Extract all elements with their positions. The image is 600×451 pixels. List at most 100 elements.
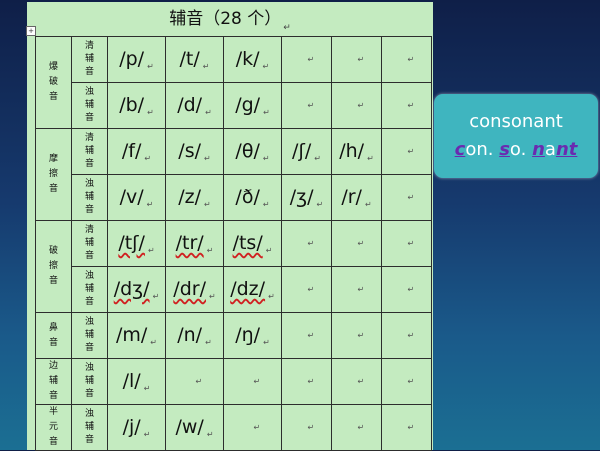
empty-cell: ↵ <box>381 358 432 405</box>
paragraph-mark: ↵ <box>152 292 160 301</box>
voicing-char: 清 <box>84 133 94 143</box>
voicing-char: 音 <box>84 389 94 399</box>
paragraph-mark: ↵ <box>407 239 415 248</box>
phoneme-cell: /h/↵ <box>331 128 382 175</box>
voicing-char: 音 <box>84 297 94 307</box>
paragraph-mark: ↵ <box>307 285 315 294</box>
empty-cell: ↵ <box>381 220 432 267</box>
table-row: 浊辅音/b/↵/d/↵/g/↵ ↵ ↵ ↵ <box>36 82 432 129</box>
syllable-3-mid: a <box>544 139 556 160</box>
paragraph-mark: ↵ <box>268 292 275 301</box>
phoneme-symbol: /ð/ <box>235 186 260 208</box>
phoneme-cell: /l/↵ <box>107 358 166 405</box>
voicing-char: 音 <box>84 205 94 215</box>
table-row: 破擦音清辅音/tʃ/↵/tr/↵/ts/↵ ↵ ↵ ↵ <box>35 220 432 313</box>
category-char: 鼻 <box>48 322 58 333</box>
table-row: 浊辅音/v/↵/z/↵/ð/↵/ʒ/↵/r/↵ ↵ <box>36 174 432 221</box>
empty-cell: ↵ <box>381 404 432 451</box>
table-row: 浊辅音/dʒ/↵/dr/↵/dz/↵ ↵ ↵ ↵ <box>36 266 432 313</box>
empty-cell: ↵ <box>281 266 332 313</box>
category-char: 辅 <box>48 376 58 386</box>
phoneme-symbol: /r/ <box>341 186 362 208</box>
paragraph-mark: ↵ <box>208 292 216 301</box>
voicing-char: 清 <box>84 225 94 235</box>
paragraph-mark: ↵ <box>205 338 212 347</box>
category-char: 破 <box>48 77 58 87</box>
consonant-callout: consonant con. so. nant <box>434 94 598 178</box>
phoneme-cell: /f/↵ <box>107 128 166 175</box>
paragraph-mark: ↵ <box>195 377 203 386</box>
category-char: 破 <box>48 246 58 256</box>
phoneme-cell: /g/↵ <box>223 82 282 129</box>
paragraph-mark: ↵ <box>307 101 315 110</box>
voicing-char: 音 <box>84 67 94 77</box>
empty-cell: ↵ <box>331 358 382 405</box>
phoneme-cell: /k/↵ <box>223 36 282 83</box>
paragraph-mark: ↵ <box>263 108 270 117</box>
voicing-char: 音 <box>84 113 94 123</box>
voicing-char: 音 <box>84 343 94 353</box>
table-row: 摩擦音清辅音/f/↵/s/↵/θ/↵/ʃ/↵/h/↵ ↵ <box>35 128 432 221</box>
paragraph-mark: ↵ <box>253 377 261 386</box>
empty-cell: ↵ <box>223 404 282 451</box>
paragraph-mark: ↵ <box>253 423 261 432</box>
paragraph-mark: ↵ <box>206 430 214 439</box>
phoneme-symbol: /k/ <box>235 48 260 70</box>
phoneme-symbol: /ʒ/ <box>289 186 314 208</box>
empty-cell: ↵ <box>381 266 432 313</box>
empty-cell: ↵ <box>165 358 224 405</box>
paragraph-mark: ↵ <box>357 377 365 386</box>
paragraph-mark: ↵ <box>143 384 151 393</box>
paragraph-mark: ↵ <box>202 62 210 71</box>
phoneme-cell: /θ/↵ <box>223 128 282 175</box>
phoneme-cell: /t/↵ <box>165 36 224 83</box>
phoneme-symbol: /l/ <box>122 370 141 392</box>
voicing-char: 浊 <box>84 409 94 419</box>
paragraph-mark: ↵ <box>407 331 415 340</box>
paragraph-mark: ↵ <box>204 154 211 163</box>
voicing-cell: 清辅音 <box>71 220 108 267</box>
phoneme-symbol: /p/ <box>119 48 145 70</box>
category-char: 擦 <box>48 169 58 179</box>
phoneme-symbol: /t/ <box>179 48 200 70</box>
phoneme-cell: /n/↵ <box>165 312 224 359</box>
empty-cell: ↵ <box>381 82 432 129</box>
paragraph-mark: ↵ <box>143 430 151 439</box>
paragraph-mark: ↵ <box>407 101 415 110</box>
paragraph-mark: ↵ <box>407 147 415 156</box>
page-title: 辅音（28 个） ↵ <box>27 2 433 36</box>
paragraph-mark: ↵ <box>204 200 211 209</box>
phoneme-cell: /ʒ/↵ <box>281 174 332 221</box>
voicing-char: 辅 <box>84 376 94 386</box>
paragraph-mark: ↵ <box>357 101 365 110</box>
voicing-char: 辅 <box>84 422 94 432</box>
category-cell: 破擦音 <box>35 220 72 313</box>
phoneme-cell: /j/↵ <box>107 404 166 451</box>
paragraph-mark: ↵ <box>307 331 315 340</box>
empty-cell: ↵ <box>331 404 382 451</box>
callout-word: consonant <box>469 111 563 132</box>
voicing-char: 辅 <box>84 54 94 64</box>
phoneme-symbol: /dʒ/ <box>113 278 150 300</box>
phoneme-cell: /tr/↵ <box>165 220 224 267</box>
phoneme-symbol: /w/ <box>175 416 204 438</box>
voicing-cell: 浊辅音 <box>71 266 108 313</box>
voicing-char: 辅 <box>84 284 94 294</box>
voicing-cell: 浊辅音 <box>71 82 108 129</box>
paragraph-mark: ↵ <box>307 423 315 432</box>
empty-cell: ↵ <box>331 36 382 83</box>
category-cell: 鼻音 <box>35 312 72 359</box>
table-row: 半元音浊辅音/j/↵/w/↵ ↵ ↵ ↵ ↵ <box>35 404 432 451</box>
phoneme-symbol: /z/ <box>178 186 202 208</box>
empty-cell: ↵ <box>331 220 382 267</box>
paragraph-mark: ↵ <box>147 62 154 71</box>
phoneme-symbol: /ts/ <box>232 232 263 254</box>
paragraph-mark: ↵ <box>206 246 214 255</box>
paragraph-mark: ↵ <box>407 193 415 202</box>
voicing-cell: 浊辅音 <box>71 174 108 221</box>
voicing-cell: 浊辅音 <box>71 312 108 359</box>
paragraph-mark: ↵ <box>316 200 324 209</box>
empty-cell: ↵ <box>281 358 332 405</box>
paragraph-mark: ↵ <box>205 108 212 117</box>
empty-cell: ↵ <box>381 174 432 221</box>
